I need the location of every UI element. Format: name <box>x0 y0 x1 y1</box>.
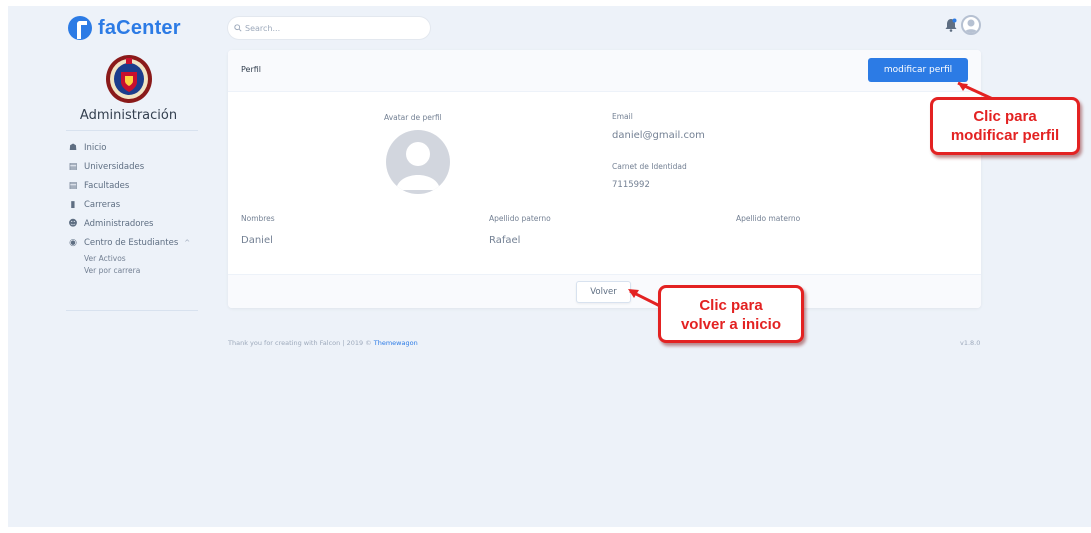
sidebar-item-label: Facultades <box>84 180 130 191</box>
email-label: Email <box>612 112 633 121</box>
callout-line: Clic para <box>699 297 763 314</box>
ci-label: Carnet de Identidad <box>612 162 687 171</box>
sidebar-item-administradores[interactable]: ☻ Administradores <box>68 214 208 233</box>
university-icon: ▤ <box>68 161 78 172</box>
sidebar-title: Administración <box>79 108 178 123</box>
callout-line: Clic para <box>973 108 1037 125</box>
edit-profile-button[interactable]: modificar perfil <box>868 58 968 82</box>
apellido-paterno-value: Rafael <box>489 235 521 246</box>
app-logo[interactable]: faCenter <box>68 16 181 40</box>
notification-bell-icon[interactable] <box>945 18 957 32</box>
avatar-label: Avatar de perfil <box>384 113 442 122</box>
card-footer: Volver <box>228 274 981 308</box>
sidebar-nav: ☗ Inicio ▤ Universidades ▤ Facultades ▮ … <box>68 138 208 276</box>
apellido-materno-label: Apellido materno <box>736 214 801 223</box>
profile-card: Perfil modificar perfil Avatar de perfil… <box>228 50 981 308</box>
search-icon <box>234 24 242 32</box>
search-box[interactable]: Search... <box>228 17 430 39</box>
sidebar-item-carreras[interactable]: ▮ Carreras <box>68 195 208 214</box>
user-avatar[interactable] <box>961 15 981 35</box>
globe-icon: ◉ <box>69 237 77 248</box>
chevron-up-icon: ^ <box>184 238 191 247</box>
footer-link[interactable]: Themewagon <box>374 339 418 347</box>
back-button[interactable]: Volver <box>576 281 631 303</box>
sidebar-item-label: Inicio <box>84 142 107 153</box>
sidebar-item-label: Carreras <box>84 199 121 210</box>
card-title: Perfil <box>241 65 262 74</box>
sidebar-item-inicio[interactable]: ☗ Inicio <box>68 138 208 157</box>
sidebar-subitem-label: Ver Activos <box>84 253 126 263</box>
callout-back-home: Clic para volver a inicio <box>658 285 804 343</box>
nombres-value: Daniel <box>241 235 273 246</box>
institution-seal-logo <box>106 55 152 103</box>
sidebar-item-universidades[interactable]: ▤ Universidades <box>68 157 208 176</box>
sidebar-item-label: Centro de Estudiantes <box>84 237 179 248</box>
user-icon <box>396 142 440 190</box>
nombres-label: Nombres <box>241 214 275 223</box>
apellido-paterno-label: Apellido paterno <box>489 214 551 223</box>
callout-line: modificar perfil <box>950 127 1060 144</box>
footer-text: Thank you for creating with Falcon | 201… <box>228 339 374 347</box>
callout-edit-profile: Clic para modificar perfil <box>930 97 1080 155</box>
sidebar-item-label: Administradores <box>84 218 154 229</box>
logo-icon <box>68 16 92 40</box>
home-icon: ☗ <box>68 142 78 153</box>
footer-credits: Thank you for creating with Falcon | 201… <box>228 339 418 347</box>
sidebar-item-facultades[interactable]: ▤ Facultades <box>68 176 208 195</box>
ci-value: 7115992 <box>612 180 650 190</box>
sidebar-divider <box>66 310 198 311</box>
sidebar-item-label: Universidades <box>84 161 145 172</box>
footer-version: v1.8.0 <box>960 339 981 347</box>
search-input[interactable]: Search... <box>245 24 280 33</box>
book-icon: ▮ <box>70 199 76 210</box>
users-icon: ☻ <box>68 218 78 229</box>
email-value: daniel@gmail.com <box>612 130 705 141</box>
sidebar-divider <box>66 130 198 131</box>
sidebar-item-centro-estudiantes[interactable]: ◉ Centro de Estudiantes ^ <box>68 233 208 252</box>
card-header: Perfil modificar perfil <box>228 50 981 92</box>
sidebar-subitem-ver-activos[interactable]: Ver Activos <box>68 252 208 264</box>
profile-avatar[interactable] <box>386 130 450 194</box>
logo-text: faCenter <box>98 16 181 39</box>
user-icon <box>964 19 978 33</box>
university-icon: ▤ <box>68 180 78 191</box>
sidebar-subitem-ver-por-carrera[interactable]: Ver por carrera <box>68 264 208 276</box>
sidebar-subitem-label: Ver por carrera <box>84 265 141 275</box>
callout-line: volver a inicio <box>680 316 782 333</box>
